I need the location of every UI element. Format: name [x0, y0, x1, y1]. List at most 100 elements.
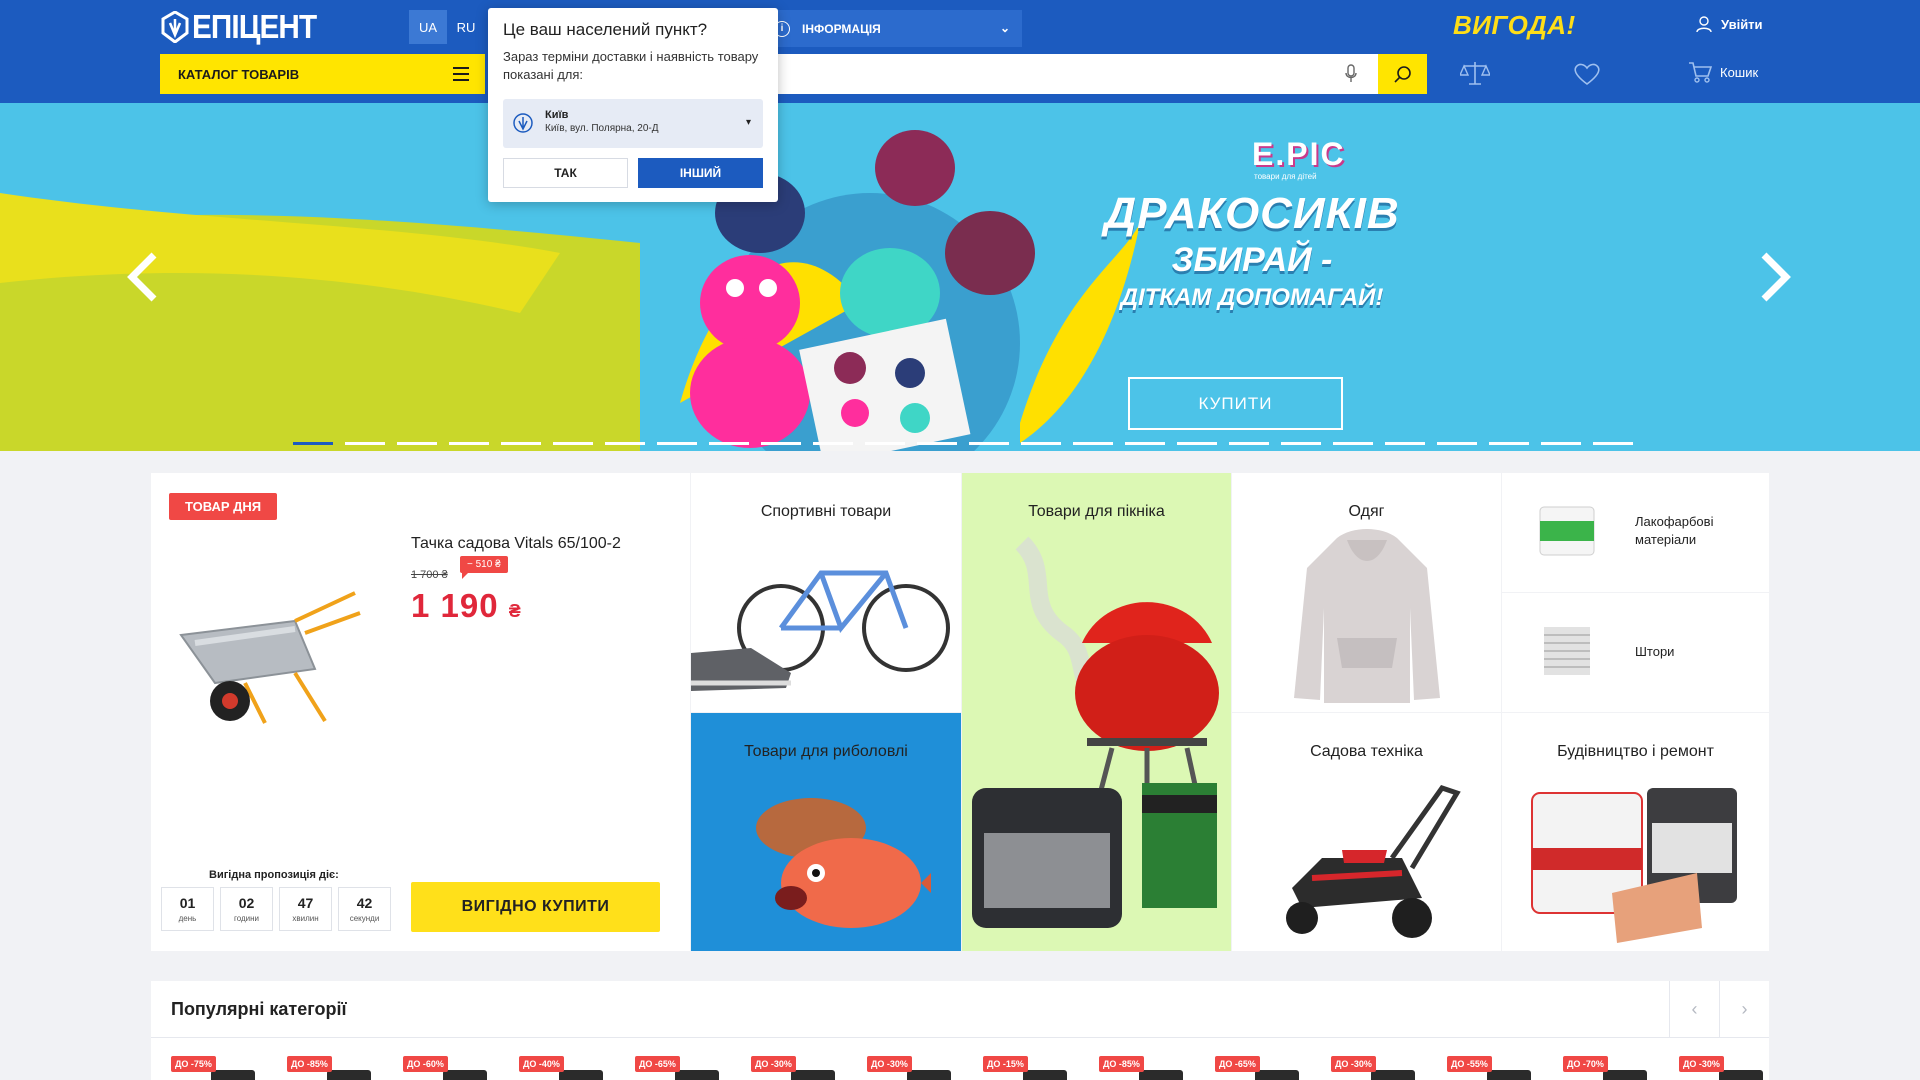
slider-dot[interactable]: [553, 442, 593, 445]
slider-dot[interactable]: [501, 442, 541, 445]
slider-dot[interactable]: [917, 442, 957, 445]
category-tile-clothes[interactable]: Одяг: [1232, 473, 1501, 712]
slider-dot[interactable]: [1125, 442, 1165, 445]
headline-line-3: ДІТКАМ ДОПОМАГАЙ!: [1120, 284, 1384, 311]
cart-label: Кошик: [1720, 64, 1759, 80]
deal-old-price: 1 700 ₴: [411, 569, 448, 581]
cart-button[interactable]: Кошик: [1688, 60, 1758, 84]
slider-dot[interactable]: [657, 442, 697, 445]
discount-badge: ДО -30%: [867, 1056, 912, 1072]
location-pin-icon: [513, 113, 533, 133]
popular-category-item[interactable]: ДО -85%: [1099, 1056, 1215, 1080]
slider-dot[interactable]: [1593, 442, 1633, 445]
city-select[interactable]: Київ Київ, вул. Полярна, 20-Д ▾: [503, 99, 763, 148]
slider-prev-arrow[interactable]: [126, 251, 160, 303]
slider-dot[interactable]: [345, 442, 385, 445]
confirm-city-button[interactable]: ТАК: [503, 158, 628, 188]
hoodie-image: [1294, 529, 1440, 703]
chevron-down-icon: ⌄: [999, 21, 1010, 35]
category-tile-fishing[interactable]: Товари для риболовлі: [691, 713, 961, 951]
city-confirm-popup: Це ваш населений пункт? Зараз терміни до…: [488, 8, 778, 202]
timer-unit: години: [233, 914, 260, 923]
slider-dot[interactable]: [1073, 442, 1113, 445]
slider-dot[interactable]: [1437, 442, 1477, 445]
search-button[interactable]: [1378, 54, 1427, 94]
slider-dot[interactable]: [709, 442, 749, 445]
hero-banner[interactable]: E.PIC товари для дітей ДРАКОСИКІВ ЗБИРАЙ…: [0, 103, 1920, 451]
category-thumbnail: [791, 1070, 835, 1080]
category-tile-curtains[interactable]: Штори: [1502, 593, 1769, 712]
lang-ru-button[interactable]: RU: [447, 10, 485, 44]
bicycle-image: [691, 570, 950, 691]
popular-category-item[interactable]: ДО -30%: [867, 1056, 983, 1080]
slider-next-arrow[interactable]: [1758, 251, 1792, 303]
slider-dot[interactable]: [449, 442, 489, 445]
slider-dot[interactable]: [1021, 442, 1061, 445]
discount-badge: ДО -85%: [287, 1056, 332, 1072]
slider-dot[interactable]: [293, 442, 333, 445]
headline-line-1: ДРАКОСИКІВ: [1104, 189, 1400, 238]
wheelbarrow-image[interactable]: [175, 573, 375, 733]
discount-badge: ДО -75%: [171, 1056, 216, 1072]
slider-dot[interactable]: [761, 442, 801, 445]
discount-badge: ДО -30%: [1331, 1056, 1376, 1072]
popular-category-item[interactable]: ДО -40%: [519, 1056, 635, 1080]
popular-category-item[interactable]: ДО -30%: [751, 1056, 867, 1080]
category-tile-construction[interactable]: Будівництво і ремонт: [1502, 713, 1769, 951]
slider-dot[interactable]: [865, 442, 905, 445]
category-thumbnail: [327, 1070, 371, 1080]
category-tile-paint[interactable]: Лакофарбові матеріали: [1502, 473, 1769, 592]
product-of-the-day: ТОВАР ДНЯ Тачка садова Vitals 65/100-2 1…: [151, 473, 690, 951]
vygoda-link[interactable]: ВИГОДА!: [1453, 10, 1576, 41]
choose-other-city-button[interactable]: ІНШИЙ: [638, 158, 763, 188]
slider-dot[interactable]: [397, 442, 437, 445]
popular-category-item[interactable]: ДО -30%: [1331, 1056, 1447, 1080]
deal-buy-button[interactable]: ВИГІДНО КУПИТИ: [411, 882, 660, 932]
login-button[interactable]: Увійти: [1696, 16, 1763, 33]
banner-buy-button[interactable]: КУПИТИ: [1128, 377, 1343, 430]
slider-dot[interactable]: [1177, 442, 1217, 445]
slider-dot[interactable]: [1541, 442, 1581, 445]
slider-dot[interactable]: [1333, 442, 1373, 445]
popular-category-item[interactable]: ДО -55%: [1447, 1056, 1563, 1080]
slider-dot[interactable]: [1229, 442, 1269, 445]
popular-category-item[interactable]: ДО -70%: [1563, 1056, 1679, 1080]
microphone-icon[interactable]: [1345, 64, 1357, 83]
category-title: Лакофарбові матеріали: [1635, 514, 1714, 547]
timer-days: 01 день: [161, 887, 214, 931]
slider-dot[interactable]: [1489, 442, 1529, 445]
timer-unit: секунди: [349, 914, 380, 923]
heart-icon[interactable]: [1573, 62, 1601, 86]
carousel-next-button[interactable]: ›: [1719, 981, 1769, 1037]
slider-dot[interactable]: [1281, 442, 1321, 445]
slider-dot[interactable]: [605, 442, 645, 445]
category-thumbnail: [559, 1070, 603, 1080]
popular-category-item[interactable]: ДО -85%: [287, 1056, 403, 1080]
discount-badge: ДО -55%: [1447, 1056, 1492, 1072]
slider-dot[interactable]: [969, 442, 1009, 445]
popular-categories: Популярні категорії ‹ › ДО -75% ДО -85% ДО…: [151, 981, 1769, 1080]
info-label: ІНФОРМАЦІЯ: [802, 21, 881, 36]
popular-category-item[interactable]: ДО -15%: [983, 1056, 1099, 1080]
slider-dot[interactable]: [813, 442, 853, 445]
logo[interactable]: ЕПІЦЕНТ: [160, 8, 330, 45]
lawnmower-image: [1286, 785, 1461, 938]
popular-category-item[interactable]: ДО -60%: [403, 1056, 519, 1080]
lang-ua-button[interactable]: UA: [409, 10, 447, 44]
popular-category-item[interactable]: ДО -65%: [1215, 1056, 1331, 1080]
compare-icon[interactable]: [1460, 60, 1490, 86]
popular-category-item[interactable]: ДО -75%: [171, 1056, 287, 1080]
deal-product-name[interactable]: Тачка садова Vitals 65/100-2: [411, 535, 621, 553]
category-tile-picnic[interactable]: Товари для пікніка: [962, 473, 1231, 951]
info-dropdown[interactable]: i ІНФОРМАЦІЯ ⌄: [762, 10, 1022, 47]
category-tile-garden[interactable]: Садова техніка: [1232, 713, 1501, 951]
category-title: Товари для пікніка: [1028, 503, 1165, 520]
logo-text: ЕПІЦЕНТ: [192, 8, 317, 45]
category-tile-sport[interactable]: Спортивні товари: [691, 473, 961, 712]
popular-category-item[interactable]: ДО -30%: [1679, 1056, 1795, 1080]
slider-dot[interactable]: [1385, 442, 1425, 445]
category-title: Одяг: [1348, 503, 1385, 520]
carousel-prev-button[interactable]: ‹: [1669, 981, 1719, 1037]
catalog-button[interactable]: КАТАЛОГ ТОВАРІВ: [160, 54, 485, 94]
popular-category-item[interactable]: ДО -65%: [635, 1056, 751, 1080]
